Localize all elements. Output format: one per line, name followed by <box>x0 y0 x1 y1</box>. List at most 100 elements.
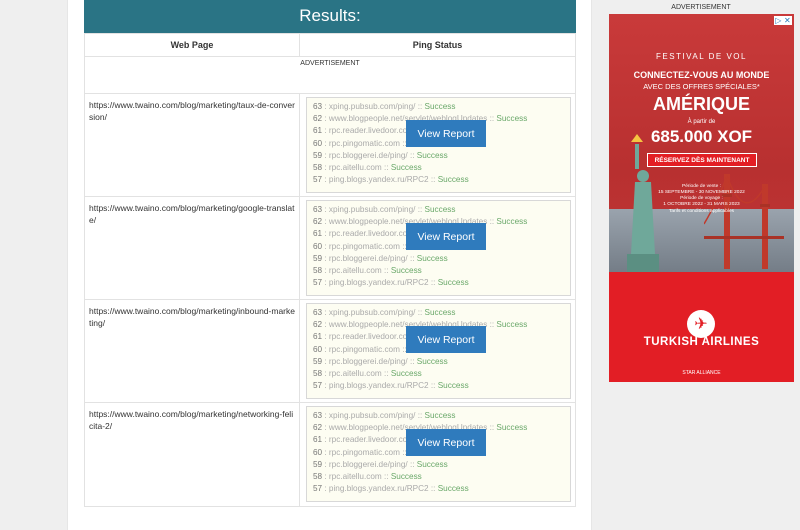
ad-travel-period: 1 OCTOBRE 2022 - 31 MARS 2023 <box>663 202 740 207</box>
ping-host: : rpc.pingomatic.com :: <box>322 138 410 148</box>
ping-number: 57 <box>313 381 323 391</box>
ad-close-button[interactable]: ▷ ✕ <box>774 16 792 25</box>
ping-host: : xping.pubsub.com/ping/ :: <box>322 308 425 317</box>
ping-number: 61 <box>313 435 323 445</box>
ping-number: 58 <box>313 163 323 173</box>
ping-results-box: 63 : xping.pubsub.com/ping/ :: Success 62… <box>306 97 571 193</box>
ping-host: : rpc.bloggerei.de/ping/ :: <box>322 356 417 366</box>
ping-success-status: Success <box>496 114 528 124</box>
ping-success-status: Success <box>437 381 469 391</box>
ad-destination: AMÉRIQUE <box>652 94 750 114</box>
ad-cta-button[interactable]: RÉSERVEZ DÈS MAINTENANT <box>647 153 757 167</box>
row-url: https://www.twaino.com/blog/marketing/ne… <box>85 403 300 506</box>
ping-success-status: Success <box>416 150 448 160</box>
ping-success-status: Success <box>416 253 448 263</box>
advertisement-label: ADVERTISEMENT <box>300 60 360 67</box>
ping-number: 62 <box>313 320 323 330</box>
ping-success-status: Success <box>390 369 422 379</box>
ping-host: : rpc.pingomatic.com :: <box>322 241 410 251</box>
ad-conditions: Tarifs et conditions applicables <box>668 209 735 214</box>
ping-line: 58 : rpc.aitellu.com :: Success <box>313 368 564 380</box>
sidebar-ad-banner[interactable]: ▷ ✕ FESTIVAL DE VOL CONNECTEZ-VOUS AU MO… <box>609 14 794 382</box>
ping-success-status: Success <box>416 356 448 366</box>
ping-number: 59 <box>313 356 323 366</box>
ping-line: 59 : rpc.bloggerei.de/ping/ :: Success <box>313 150 564 162</box>
ping-success-status: Success <box>424 205 456 214</box>
ping-line: 59 : rpc.bloggerei.de/ping/ :: Success <box>313 356 564 368</box>
ad-brand-name: TURKISH AIRLINES <box>643 336 760 348</box>
ping-number: 57 <box>313 278 323 288</box>
ping-line: 57 : ping.blogs.yandex.ru/RPC2 :: Succes… <box>313 380 564 392</box>
row-ping-status: 63 : xping.pubsub.com/ping/ :: Success 62… <box>300 197 575 299</box>
ping-number: 63 <box>313 308 323 317</box>
ping-host: : rpc.aitellu.com :: <box>322 163 391 173</box>
ping-success-status: Success <box>437 484 469 494</box>
ping-results-box: 63 : xping.pubsub.com/ping/ :: Success 62… <box>306 303 571 399</box>
table-row: https://www.twaino.com/blog/marketing/ne… <box>85 403 575 506</box>
ping-line: 58 : rpc.aitellu.com :: Success <box>313 265 564 277</box>
ping-host: : rpc.aitellu.com :: <box>322 266 391 276</box>
row-url: https://www.twaino.com/blog/marketing/in… <box>85 300 300 402</box>
view-report-button[interactable]: View Report <box>406 326 486 353</box>
advertisement-row: ADVERTISEMENT <box>85 57 575 94</box>
ping-number: 61 <box>313 229 323 239</box>
table-row: https://www.twaino.com/blog/marketing/go… <box>85 197 575 300</box>
ping-host: : rpc.pingomatic.com :: <box>322 344 410 354</box>
ping-line: 63 : xping.pubsub.com/ping/ :: Success <box>313 307 564 319</box>
ping-number: 61 <box>313 332 323 342</box>
row-url: https://www.twaino.com/blog/marketing/go… <box>85 197 300 299</box>
ad-sale-period: 15 SEPTEMBRE - 30 NOVEMBRE 2022 <box>658 190 745 195</box>
ping-number: 59 <box>313 150 323 160</box>
ping-success-status: Success <box>390 266 422 276</box>
ping-number: 60 <box>313 447 323 457</box>
ping-number: 61 <box>313 126 323 136</box>
ad-alliance-label: STAR ALLIANCE <box>682 370 721 376</box>
ping-success-status: Success <box>437 175 469 185</box>
table-row: https://www.twaino.com/blog/marketing/in… <box>85 300 575 403</box>
ping-number: 62 <box>313 423 323 433</box>
ad-price: 685.000 XOF <box>650 127 753 146</box>
ping-number: 62 <box>313 217 323 227</box>
ping-line: 59 : rpc.bloggerei.de/ping/ :: Success <box>313 253 564 265</box>
ping-host: : ping.blogs.yandex.ru/RPC2 :: <box>322 381 438 391</box>
ping-host: : ping.blogs.yandex.ru/RPC2 :: <box>322 175 438 185</box>
view-report-button[interactable]: View Report <box>406 429 486 456</box>
ping-number: 58 <box>313 472 323 482</box>
ping-success-status: Success <box>424 411 456 420</box>
view-report-button[interactable]: View Report <box>406 120 486 147</box>
page: Results: Web Page Ping Status ADVERTISEM… <box>0 0 800 530</box>
ping-number: 60 <box>313 241 323 251</box>
ping-success-status: Success <box>390 472 422 482</box>
ping-number: 57 <box>313 484 323 494</box>
ad-info-icon[interactable]: ▷ <box>775 16 781 25</box>
ping-number: 58 <box>313 369 323 379</box>
ping-number: 60 <box>313 138 323 148</box>
ad-sale-period-label: Période de vente : <box>682 184 721 189</box>
ping-host: : rpc.aitellu.com :: <box>322 369 391 379</box>
view-report-button[interactable]: View Report <box>406 223 486 250</box>
ping-success-status: Success <box>424 308 456 317</box>
close-icon[interactable]: ✕ <box>784 16 791 25</box>
ping-success-status: Success <box>416 459 448 469</box>
ping-number: 59 <box>313 459 323 469</box>
results-table: Web Page Ping Status ADVERTISEMENT https… <box>84 33 576 507</box>
ping-host: : rpc.bloggerei.de/ping/ :: <box>322 150 417 160</box>
ping-number: 59 <box>313 253 323 263</box>
header-ping-status: Ping Status <box>412 40 463 50</box>
ping-results-box: 63 : xping.pubsub.com/ping/ :: Success 62… <box>306 200 571 296</box>
ping-line: 57 : ping.blogs.yandex.ru/RPC2 :: Succes… <box>313 277 564 289</box>
ad-from-label: À partir de <box>687 119 716 125</box>
ping-line: 58 : rpc.aitellu.com :: Success <box>313 471 564 483</box>
ping-host: : rpc.bloggerei.de/ping/ :: <box>322 253 417 263</box>
ping-line: 63 : xping.pubsub.com/ping/ :: Success <box>313 101 564 113</box>
table-header: Web Page Ping Status <box>85 34 575 57</box>
ping-number: 62 <box>313 114 323 124</box>
sidebar-ad-label: ADVERTISEMENT <box>671 4 731 11</box>
row-url: https://www.twaino.com/blog/marketing/ta… <box>85 94 300 196</box>
row-ping-status: 63 : xping.pubsub.com/ping/ :: Success 62… <box>300 94 575 196</box>
ping-success-status: Success <box>496 217 528 227</box>
ad-subheadline: AVEC DES OFFRES SPÉCIALES* <box>643 82 760 91</box>
ping-line: 59 : rpc.bloggerei.de/ping/ :: Success <box>313 459 564 471</box>
ping-number: 63 <box>313 411 323 420</box>
ping-success-status: Success <box>424 102 456 111</box>
